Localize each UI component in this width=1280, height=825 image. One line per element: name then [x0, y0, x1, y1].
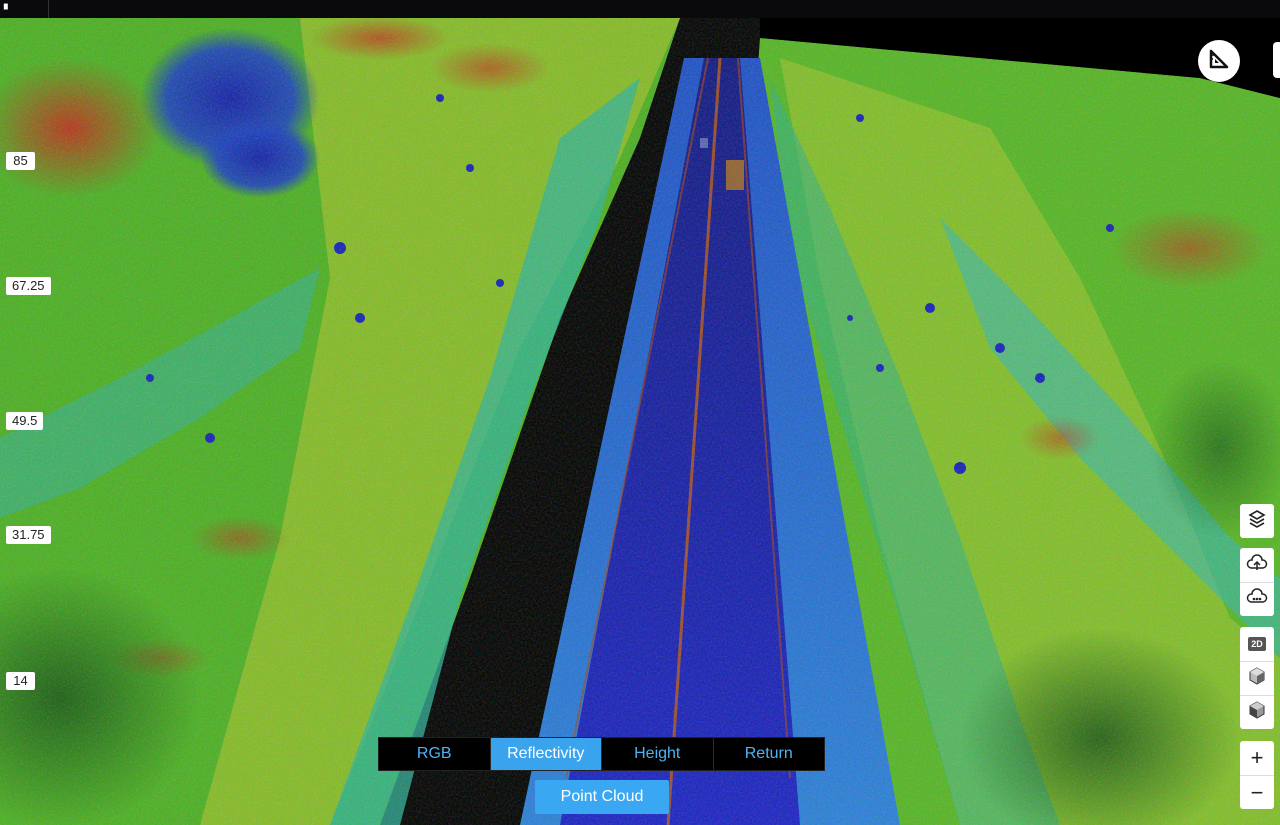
view-2d-button[interactable]: 2D [1240, 627, 1274, 661]
tab-height[interactable]: Height [602, 738, 714, 770]
top-bar-divider [48, 0, 49, 18]
cloud-settings-button[interactable] [1240, 582, 1274, 616]
tab-rgb[interactable]: RGB [379, 738, 491, 770]
tab-return[interactable]: Return [714, 738, 825, 770]
menu-icon[interactable]: ▗ [0, 0, 14, 10]
scale-label-85: 85 [6, 152, 35, 170]
side-panel-toggle[interactable] [1273, 42, 1280, 78]
layers-button[interactable] [1240, 504, 1274, 538]
ruler-triangle-icon [1208, 48, 1230, 75]
zoom-out-icon: − [1250, 779, 1264, 805]
measure-tool-button[interactable] [1198, 40, 1240, 82]
zoom-in-icon: + [1250, 745, 1264, 770]
point-cloud-button[interactable]: Point Cloud [535, 780, 669, 814]
2d-view-icon: 2D [1248, 637, 1266, 651]
3d-cube-icon [1249, 667, 1265, 690]
layers-icon [1247, 509, 1267, 534]
top-bar: ▗ [0, 0, 1280, 18]
cloud-upload-button[interactable] [1240, 548, 1274, 582]
3d-cube-shaded-icon [1249, 701, 1265, 724]
scale-label-67-25: 67.25 [6, 277, 51, 295]
cloud-settings-icon [1246, 588, 1268, 611]
scale-label-49-5: 49.5 [6, 412, 44, 430]
zoom-in-button[interactable]: + [1240, 741, 1274, 775]
cloud-upload-icon [1246, 553, 1268, 577]
point-cloud-render [0, 18, 1280, 825]
point-cloud-viewport[interactable]: 85 67.25 49.5 31.75 14 [0, 18, 1280, 825]
color-mode-tabs: RGB Reflectivity Height Return [378, 737, 825, 771]
scale-label-14: 14 [6, 672, 35, 690]
tab-reflectivity[interactable]: Reflectivity [490, 738, 602, 770]
view-3d-button[interactable] [1240, 661, 1274, 695]
zoom-out-button[interactable]: − [1240, 775, 1274, 809]
scale-label-31-75: 31.75 [6, 526, 51, 544]
view-3d-shaded-button[interactable] [1240, 695, 1274, 729]
